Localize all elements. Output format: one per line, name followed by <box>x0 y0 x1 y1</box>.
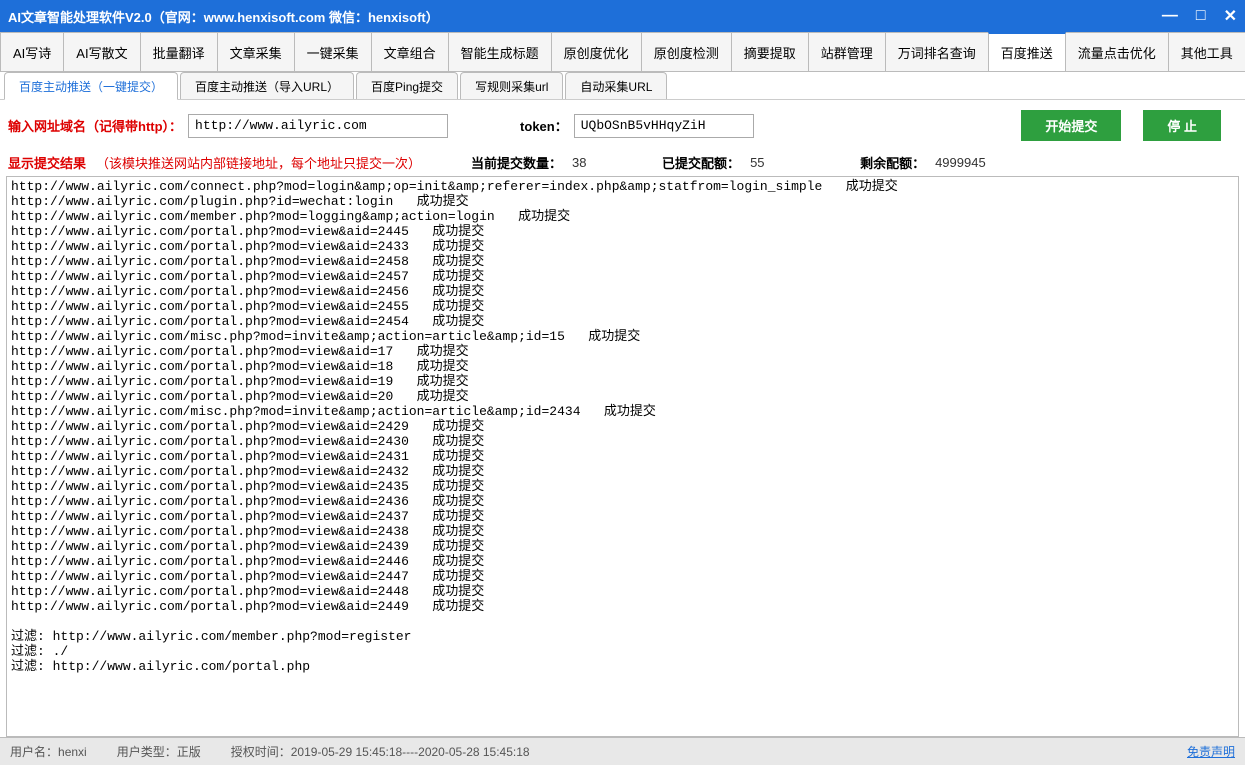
main-tab-4[interactable]: 一键采集 <box>294 32 372 71</box>
main-tab-12[interactable]: 百度推送 <box>988 32 1066 71</box>
main-tab-3[interactable]: 文章采集 <box>217 32 295 71</box>
status-bar: 用户名：henxi 用户类型：正版 授权时间：2019-05-29 15:45:… <box>0 737 1245 765</box>
main-tabs: AI写诗AI写散文批量翻译文章采集一键采集文章组合智能生成标题原创度优化原创度检… <box>0 32 1245 72</box>
stats-row: 显示提交结果 （该模块推送网站内部链接地址，每个地址只提交一次） 当前提交数量：… <box>0 151 1245 176</box>
sub-tab-0[interactable]: 百度主动推送（一键提交） <box>4 72 178 100</box>
url-input[interactable] <box>188 114 448 138</box>
sub-tabs: 百度主动推送（一键提交）百度主动推送（导入URL）百度Ping提交写规则采集ur… <box>0 72 1245 100</box>
main-tab-8[interactable]: 原创度检测 <box>641 32 732 71</box>
maximize-icon[interactable]: □ <box>1196 7 1206 25</box>
window-title: AI文章智能处理软件V2.0（官网：www.henxisoft.com 微信：h… <box>8 7 1162 26</box>
stop-button[interactable]: 停 止 <box>1143 110 1221 141</box>
main-tab-5[interactable]: 文章组合 <box>371 32 449 71</box>
status-auth: 授权时间：2019-05-29 15:45:18----2020-05-28 1… <box>231 743 530 760</box>
main-tab-1[interactable]: AI写散文 <box>63 32 140 71</box>
sub-tab-4[interactable]: 自动采集URL <box>565 72 667 99</box>
main-tab-9[interactable]: 摘要提取 <box>731 32 809 71</box>
main-tab-13[interactable]: 流量点击优化 <box>1065 32 1169 71</box>
disclaimer-link[interactable]: 免责声明 <box>1187 743 1235 760</box>
close-icon[interactable]: ✕ <box>1224 6 1237 26</box>
url-label: 输入网址域名（记得带http）： <box>8 116 182 135</box>
main-tab-6[interactable]: 智能生成标题 <box>448 32 552 71</box>
sub-tab-1[interactable]: 百度主动推送（导入URL） <box>180 72 354 99</box>
result-note: （该模块推送网站内部链接地址，每个地址只提交一次） <box>96 153 421 172</box>
remaining-quota-label: 剩余配额： <box>860 153 925 172</box>
start-submit-button[interactable]: 开始提交 <box>1021 110 1121 141</box>
remaining-quota-value: 4999945 <box>935 155 986 170</box>
main-tab-10[interactable]: 站群管理 <box>808 32 886 71</box>
sub-tab-3[interactable]: 写规则采集url <box>460 72 563 99</box>
main-tab-11[interactable]: 万词排名查询 <box>885 32 989 71</box>
title-bar: AI文章智能处理软件V2.0（官网：www.henxisoft.com 微信：h… <box>0 0 1245 32</box>
main-tab-7[interactable]: 原创度优化 <box>551 32 642 71</box>
main-tab-2[interactable]: 批量翻译 <box>140 32 218 71</box>
submitted-quota-label: 已提交配额： <box>662 153 740 172</box>
main-tab-0[interactable]: AI写诗 <box>0 32 64 71</box>
current-count-value: 38 <box>572 155 622 170</box>
current-count-label: 当前提交数量： <box>471 153 562 172</box>
token-input[interactable] <box>574 114 754 138</box>
token-label: token： <box>520 116 568 135</box>
result-label: 显示提交结果 <box>8 153 86 172</box>
status-type: 用户类型：正版 <box>117 743 201 760</box>
main-tab-14[interactable]: 其他工具 <box>1168 32 1245 71</box>
status-user: 用户名：henxi <box>10 743 87 760</box>
log-textarea[interactable]: http://www.ailyric.com/connect.php?mod=l… <box>6 176 1239 737</box>
minimize-icon[interactable]: — <box>1162 7 1178 25</box>
submitted-quota-value: 55 <box>750 155 800 170</box>
input-row: 输入网址域名（记得带http）： token： 开始提交 停 止 <box>0 100 1245 151</box>
window-controls: — □ ✕ <box>1162 6 1237 26</box>
sub-tab-2[interactable]: 百度Ping提交 <box>356 72 458 99</box>
